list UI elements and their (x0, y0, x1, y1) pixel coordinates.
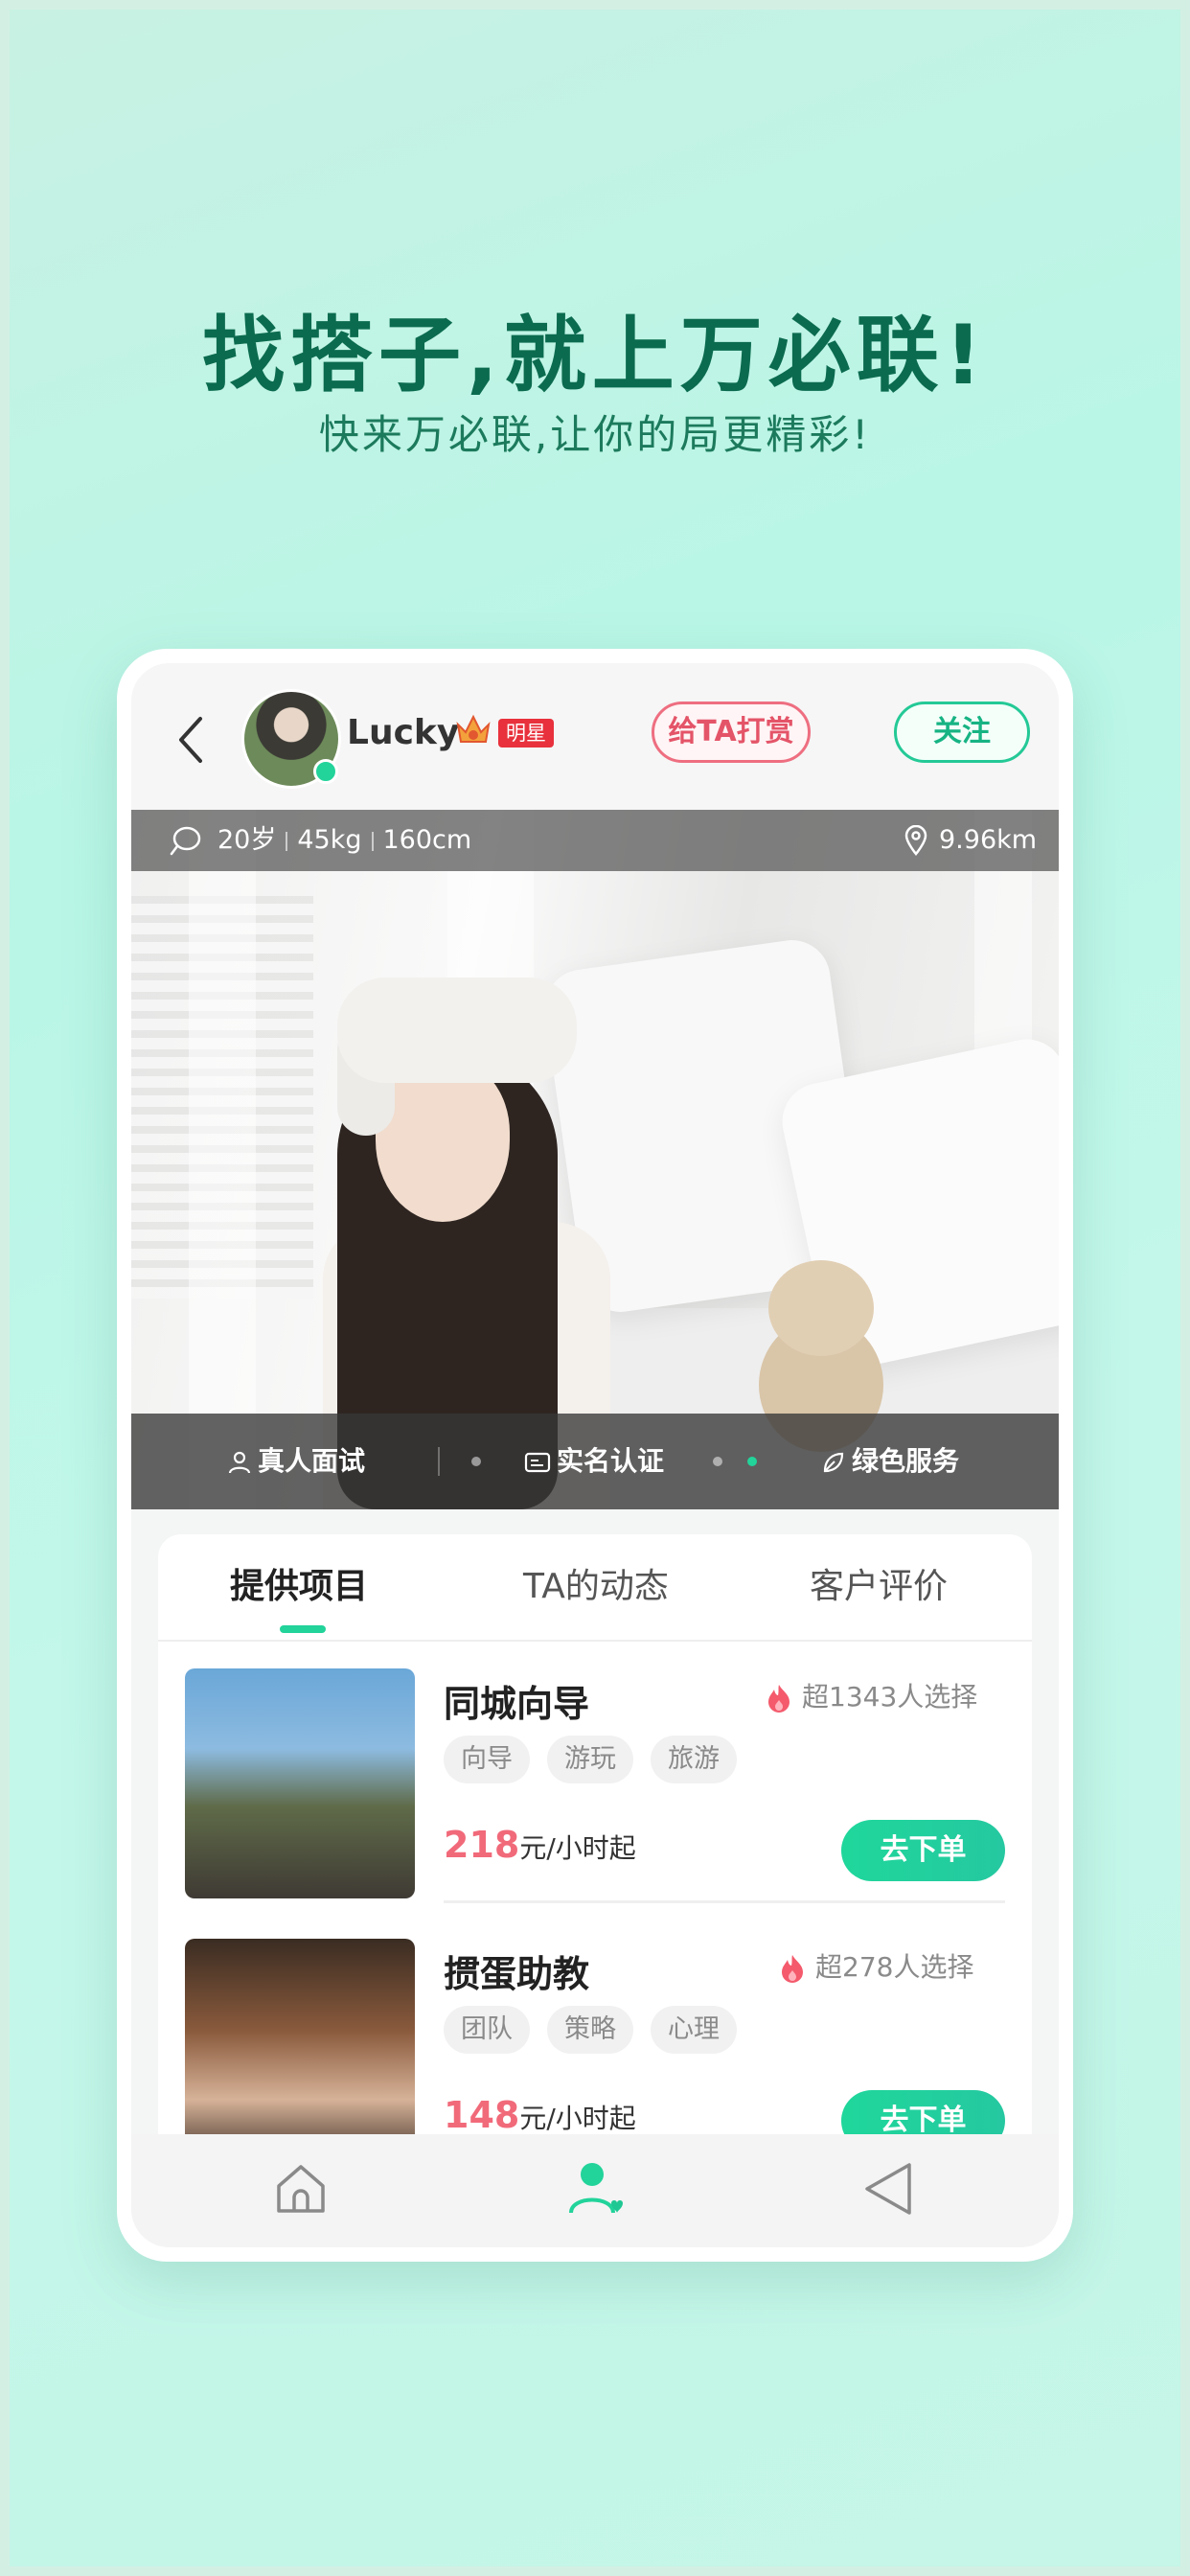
profile-photo[interactable]: 20岁 45kg 160cm 9.96km 真人面试 实名认证 绿色服务 (131, 810, 1059, 1509)
service-item[interactable]: 同城向导 超1343人选择 向导 游玩 旅游 218元/小时起 去下单 (185, 1668, 1005, 1918)
photo-person-face (376, 1059, 510, 1222)
badge-divider (438, 1447, 440, 1476)
service-divider (444, 1900, 1005, 1903)
service-title: 同城向导 (444, 1683, 590, 1725)
crown-icon (456, 714, 491, 743)
service-popularity: 超1343人选择 (766, 1676, 977, 1714)
back-triangle-icon (865, 2163, 911, 2215)
service-tag: 向导 (444, 1736, 530, 1783)
badge-dot (713, 1457, 722, 1466)
profile-icon (569, 2163, 623, 2214)
service-tag: 团队 (444, 2006, 530, 2054)
home-icon (277, 2165, 325, 2213)
height: 160cm (382, 825, 472, 855)
tab-reviews[interactable]: 客户评价 (810, 1534, 948, 1640)
service-popularity-text: 超278人选择 (815, 1951, 974, 1983)
tab-indicator (280, 1625, 326, 1633)
badge-real-name: 实名认证 (524, 1414, 664, 1509)
online-status-dot (313, 759, 338, 784)
profile-info-bar: 20岁 45kg 160cm 9.96km (131, 810, 1059, 871)
back-button[interactable] (170, 711, 217, 769)
badge-dot (747, 1457, 757, 1466)
phone-frame: Lucky 明星 给TA打赏 关注 20岁 45kg 160cm 9.96km … (117, 649, 1073, 2262)
tip-button[interactable]: 给TA打赏 (652, 702, 811, 763)
fire-icon (782, 1955, 803, 1983)
profile-header: Lucky 明星 给TA打赏 关注 (131, 663, 1059, 812)
hero-subtitle: 快来万必联,让你的局更精彩! (318, 411, 872, 458)
phone-screen: Lucky 明星 给TA打赏 关注 20岁 45kg 160cm 9.96km … (131, 663, 1059, 2247)
bottom-nav (131, 2134, 1059, 2247)
badge-real-name-label: 实名认证 (557, 1445, 665, 1477)
service-popularity-text: 超1343人选择 (802, 1681, 978, 1713)
nav-back[interactable] (856, 2155, 923, 2222)
fire-icon (768, 1685, 790, 1713)
distance: 9.96km (939, 825, 1038, 855)
service-tag: 心理 (651, 2006, 737, 2054)
badge-green-service-label: 绿色服务 (852, 1445, 960, 1477)
photo-curtain (189, 810, 256, 1509)
profile-stats: 20岁 45kg 160cm (217, 810, 471, 871)
service-price: 218元/小时起 (444, 1824, 636, 1866)
verification-bar: 真人面试 实名认证 绿色服务 (131, 1414, 1059, 1509)
age: 20岁 (217, 825, 277, 855)
service-popularity: 超278人选择 (779, 1946, 973, 1985)
service-price: 148元/小时起 (444, 2094, 636, 2136)
person-icon (228, 1451, 251, 1474)
photo-teddy-bear-head (768, 1260, 874, 1356)
follow-button[interactable]: 关注 (894, 702, 1030, 763)
leaf-icon (823, 1452, 844, 1473)
badge-dot (471, 1457, 481, 1466)
service-title: 掼蛋助教 (444, 1953, 590, 1995)
chat-bubble-icon (170, 826, 201, 856)
order-button[interactable]: 去下单 (841, 1820, 1005, 1881)
price-value: 148 (444, 2094, 520, 2136)
photo-person-bow (337, 978, 577, 1083)
hero-title: 找搭子,就上万必联! (202, 308, 988, 403)
username: Lucky (347, 713, 460, 752)
service-thumbnail (185, 1668, 415, 1898)
chevron-left-icon (179, 717, 202, 763)
badge-real-person: 真人面试 (227, 1414, 365, 1509)
tab-moments[interactable]: TA的动态 (523, 1534, 669, 1640)
id-card-icon (524, 1452, 551, 1473)
service-tag: 旅游 (651, 1736, 737, 1783)
weight: 45kg (297, 825, 362, 855)
location-pin-icon (904, 825, 927, 856)
price-value: 218 (444, 1824, 520, 1866)
badge-green-service: 绿色服务 (821, 1414, 959, 1509)
nav-profile[interactable] (561, 2155, 629, 2222)
badge-real-person-label: 真人面试 (258, 1445, 366, 1477)
nav-home[interactable] (267, 2155, 334, 2222)
price-unit: 元/小时起 (519, 2103, 636, 2134)
tab-services[interactable]: 提供项目 (230, 1534, 368, 1640)
service-tag: 策略 (547, 2006, 633, 2054)
service-tag: 游玩 (547, 1736, 633, 1783)
price-unit: 元/小时起 (519, 1832, 636, 1864)
tab-bar: 提供项目 TA的动态 客户评价 (158, 1534, 1032, 1642)
star-badge: 明星 (498, 719, 554, 748)
